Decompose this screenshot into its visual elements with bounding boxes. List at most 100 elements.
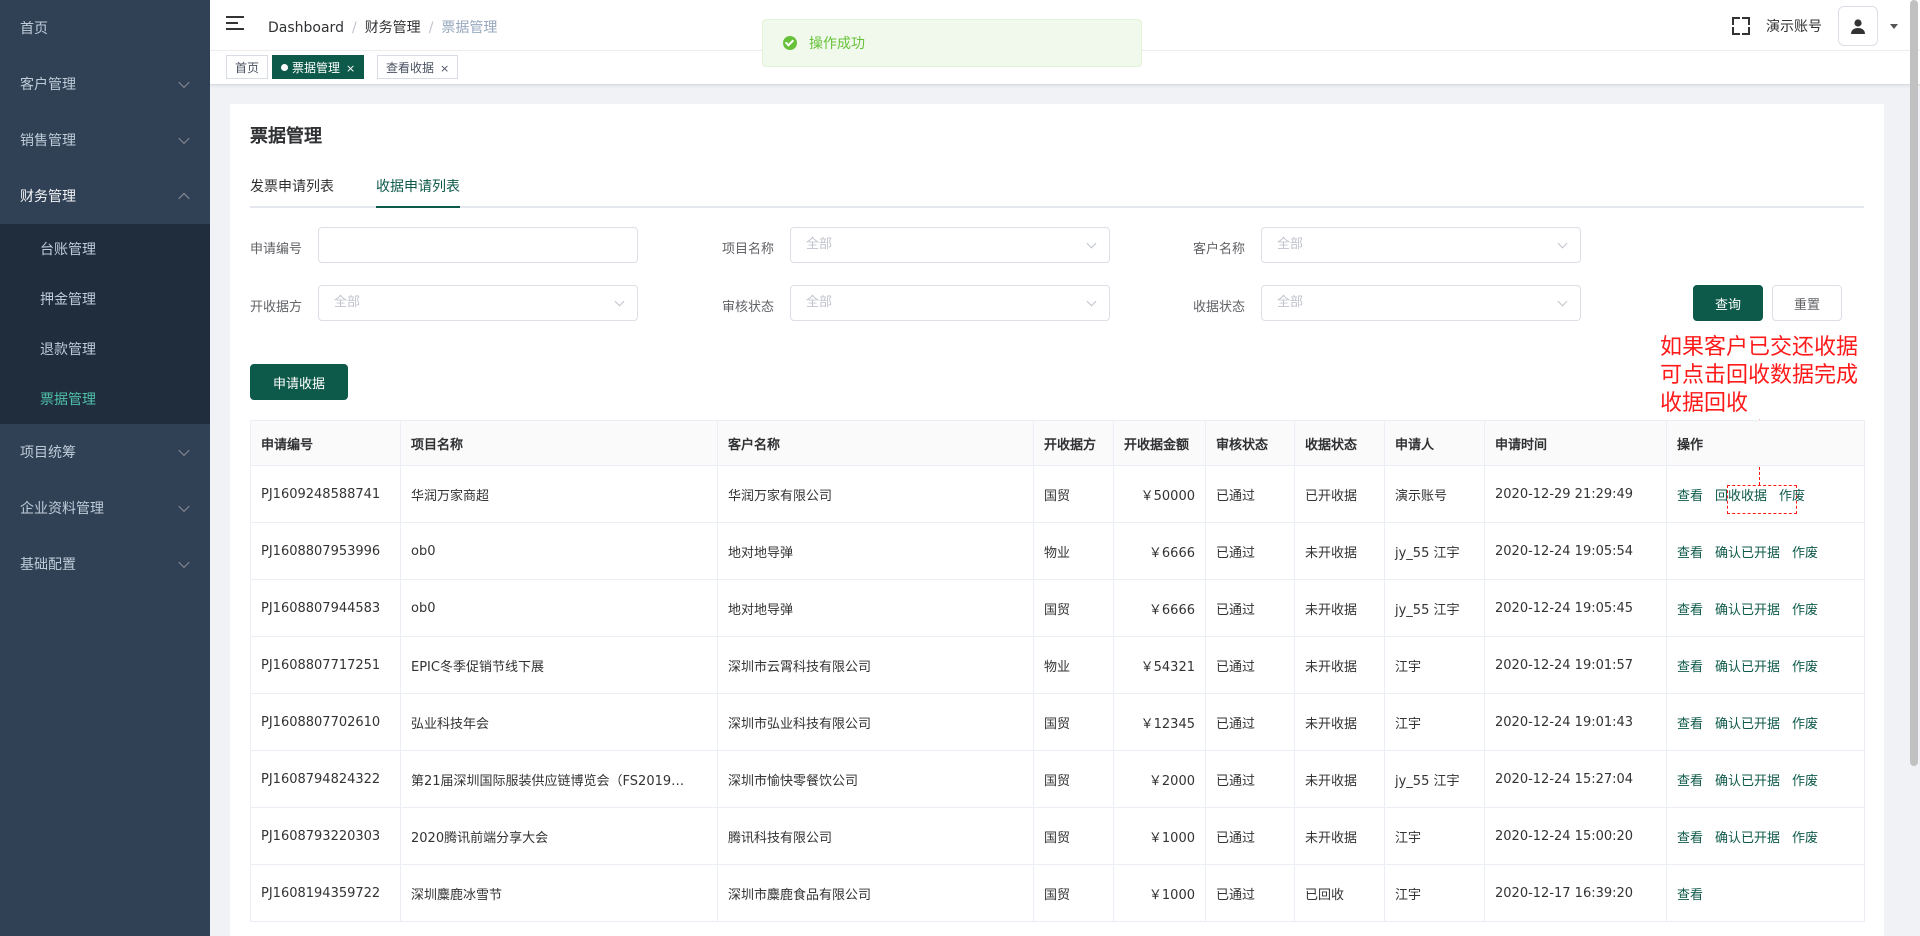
sidebar-item-deposit[interactable]: 押金管理 [0,274,210,324]
customer-select[interactable]: 全部 [1261,227,1581,263]
action-link[interactable]: 确认已开据 [1715,831,1780,846]
issuer-select[interactable]: 全部 [318,285,638,321]
sidebar-item-customers[interactable]: 客户管理 [0,56,210,112]
action-link[interactable]: 作废 [1779,489,1805,504]
breadcrumb-item[interactable]: Dashboard [268,20,344,36]
chevron-down-icon [178,500,190,513]
action-link[interactable]: 回收收据 [1715,489,1767,504]
action-link[interactable]: 确认已开据 [1715,717,1780,732]
account-name: 演示账号 [1766,19,1822,35]
select-placeholder: 全部 [806,295,833,310]
apply-no-cell: PJ1608807953996 [250,522,401,580]
status-cell: 未开收据 [1294,750,1385,808]
annotation-note: 如果客户已交还收据 可点击回收数据完成 收据回收 [1660,334,1858,418]
fullscreen-icon[interactable] [1732,17,1750,35]
project-cell: 深圳麋鹿冰雪节 [400,864,718,922]
amount-cell: ￥1000 [1113,864,1206,922]
applicant-cell: 江宇 [1384,807,1485,865]
chevron-down-icon [1086,296,1097,307]
success-check-icon [783,36,797,50]
sidebar-item-home[interactable]: 首页 [0,0,210,56]
sidebar-item-invoices[interactable]: 票据管理 [0,374,210,424]
audit-select[interactable]: 全部 [790,285,1110,321]
scrollbar[interactable] [1910,0,1918,766]
chevron-up-icon [178,192,190,205]
column-header: 申请时间 [1484,420,1667,466]
sidebar-item-refund[interactable]: 退款管理 [0,324,210,374]
action-link[interactable]: 查看 [1677,831,1703,846]
actions-cell: 查看 确认已开据 作废 [1666,807,1865,865]
sidebar-item-config[interactable]: 基础配置 [0,536,210,592]
action-link[interactable]: 作废 [1792,546,1818,561]
caret-down-icon[interactable] [1890,23,1898,29]
column-header: 申请人 [1384,420,1485,466]
tab-receipt-list[interactable]: 收据申请列表 [376,176,460,208]
applicant-cell: 演示账号 [1384,465,1485,523]
apply-no-input[interactable] [318,227,638,263]
breadcrumb-item[interactable]: 财务管理 [365,20,421,36]
close-icon[interactable]: × [440,62,449,75]
sidebar-item-finance[interactable]: 财务管理 [0,168,210,224]
action-link[interactable]: 确认已开据 [1715,774,1780,789]
tabs: 发票申请列表 收据申请列表 [250,172,1864,208]
apply-no-cell: PJ1608794824322 [250,750,401,808]
apply-receipt-button[interactable]: 申请收据 [250,364,348,400]
project-select[interactable]: 全部 [790,227,1110,263]
sidebar-item-sales[interactable]: 销售管理 [0,112,210,168]
table-row: PJ1608807953996 ob0 地对地导弹 物业 ￥6666 已通过 未开收据 jy_… [250,522,1865,580]
applicant-cell: 江宇 [1384,864,1485,922]
avatar[interactable] [1838,6,1878,46]
tag-invoices[interactable]: 票据管理 × [272,55,365,79]
action-link[interactable]: 确认已开据 [1715,546,1780,561]
action-link[interactable]: 查看 [1677,717,1703,732]
issuer-cell: 国贸 [1033,750,1114,808]
close-icon[interactable]: × [346,62,355,75]
status-cell: 未开收据 [1294,522,1385,580]
action-link[interactable]: 查看 [1677,774,1703,789]
receipt-status-label: 收据状态 [1193,300,1246,315]
user-icon [1851,19,1865,34]
action-link[interactable]: 确认已开据 [1715,603,1780,618]
action-link[interactable]: 查看 [1677,546,1703,561]
action-link[interactable]: 查看 [1677,603,1703,618]
sidebar-item-projects[interactable]: 项目统筹 [0,424,210,480]
tag-home[interactable]: 首页 [226,55,269,79]
action-link[interactable]: 查看 [1677,489,1703,504]
tab-invoice-list[interactable]: 发票申请列表 [250,176,334,206]
active-dot-icon [281,64,288,71]
sidebar-item-ledger[interactable]: 台账管理 [0,224,210,274]
audit-cell: 已通过 [1205,750,1295,808]
column-header: 开收据方 [1033,420,1114,466]
tag-view-receipt[interactable]: 查看收据 × [377,55,459,79]
action-link[interactable]: 作废 [1792,603,1818,618]
reset-button[interactable]: 重置 [1772,285,1842,321]
table-row: PJ1609248588741 华润万家商超 华润万家有限公司 国贸 ￥50000 已通过… [250,465,1865,523]
amount-cell: ￥50000 [1113,465,1206,523]
issuer-cell: 国贸 [1033,465,1114,523]
applicant-cell: 江宇 [1384,636,1485,694]
action-link[interactable]: 确认已开据 [1715,660,1780,675]
receipt-status-select[interactable]: 全部 [1261,285,1581,321]
audit-cell: 已通过 [1205,465,1295,523]
tag-label: 查看收据 [386,61,435,75]
apply-no-cell: PJ1609248588741 [250,465,401,523]
audit-cell: 已通过 [1205,807,1295,865]
issuer-cell: 物业 [1033,522,1114,580]
action-link[interactable]: 作废 [1792,660,1818,675]
annotation-line: 如果客户已交还收据 [1660,335,1859,360]
applicant-cell: jy_55 江宇 [1384,579,1485,637]
action-link[interactable]: 作废 [1792,717,1818,732]
hamburger-icon[interactable] [226,16,244,30]
time-cell: 2020-12-24 19:01:57 [1484,636,1667,694]
sidebar-item-company[interactable]: 企业资料管理 [0,480,210,536]
action-link[interactable]: 查看 [1677,660,1703,675]
query-button[interactable]: 查询 [1693,285,1763,321]
select-placeholder: 全部 [806,237,833,252]
customer-cell: 腾讯科技有限公司 [717,807,1034,865]
action-link[interactable]: 作废 [1792,774,1818,789]
nav-right: 演示账号 [1732,6,1898,46]
action-link[interactable]: 查看 [1677,888,1703,903]
project-cell: 华润万家商超 [400,465,718,523]
receipt-table: 申请编号 项目名称 客户名称 开收据方 开收据金额 审核状态 收据状态 申请人 … [250,420,1865,922]
action-link[interactable]: 作废 [1792,831,1818,846]
